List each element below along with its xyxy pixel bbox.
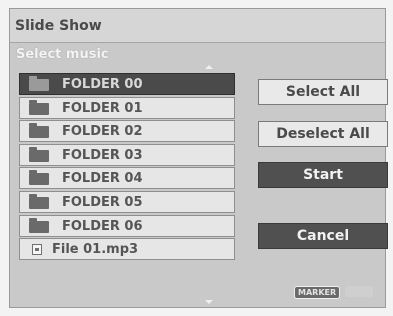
folder-icon bbox=[29, 217, 49, 233]
scroll-up-arrow-icon[interactable] bbox=[205, 65, 213, 69]
slide-show-dialog: Slide Show Select music FOLDER 00 FOLDER… bbox=[9, 8, 388, 308]
music-file-icon bbox=[32, 244, 42, 256]
list-item-label: FOLDER 03 bbox=[62, 147, 143, 163]
list-item[interactable]: FOLDER 06 bbox=[19, 214, 235, 237]
section-label: Select music bbox=[16, 47, 109, 62]
start-button[interactable]: Start bbox=[258, 162, 388, 188]
faded-badge bbox=[345, 286, 373, 297]
list-item-label: FOLDER 00 bbox=[62, 77, 143, 92]
list-item-label: FOLDER 01 bbox=[62, 100, 143, 116]
folder-icon bbox=[29, 146, 49, 162]
dialog-title: Slide Show bbox=[15, 18, 102, 34]
marker-badge: MARKER bbox=[294, 286, 341, 299]
list-item-label: File 01.mp3 bbox=[52, 242, 139, 258]
list-item[interactable]: FOLDER 00 bbox=[19, 73, 235, 95]
screen: Slide Show Select music FOLDER 00 FOLDER… bbox=[0, 0, 393, 316]
folder-icon bbox=[29, 99, 49, 115]
list-item-label: FOLDER 02 bbox=[62, 124, 143, 140]
file-list: FOLDER 00 FOLDER 01 FOLDER 02 FOLDER 03 … bbox=[19, 73, 235, 262]
list-item[interactable]: FOLDER 03 bbox=[19, 143, 235, 166]
folder-icon bbox=[29, 76, 49, 91]
list-item[interactable]: FOLDER 02 bbox=[19, 120, 235, 143]
folder-icon bbox=[29, 123, 49, 139]
folder-icon bbox=[29, 193, 49, 209]
select-all-button[interactable]: Select All bbox=[258, 79, 388, 105]
cancel-button[interactable]: Cancel bbox=[258, 223, 388, 249]
scroll-down-arrow-icon[interactable] bbox=[205, 300, 213, 304]
list-item[interactable]: File 01.mp3 bbox=[19, 238, 235, 261]
list-item-label: FOLDER 06 bbox=[62, 218, 143, 234]
title-bar: Slide Show bbox=[10, 9, 385, 43]
list-item-label: FOLDER 05 bbox=[62, 194, 143, 210]
list-item[interactable]: FOLDER 05 bbox=[19, 190, 235, 213]
list-item-label: FOLDER 04 bbox=[62, 171, 143, 187]
deselect-all-button[interactable]: Deselect All bbox=[258, 121, 388, 147]
list-item[interactable]: FOLDER 01 bbox=[19, 96, 235, 119]
list-item[interactable]: FOLDER 04 bbox=[19, 167, 235, 190]
folder-icon bbox=[29, 170, 49, 186]
